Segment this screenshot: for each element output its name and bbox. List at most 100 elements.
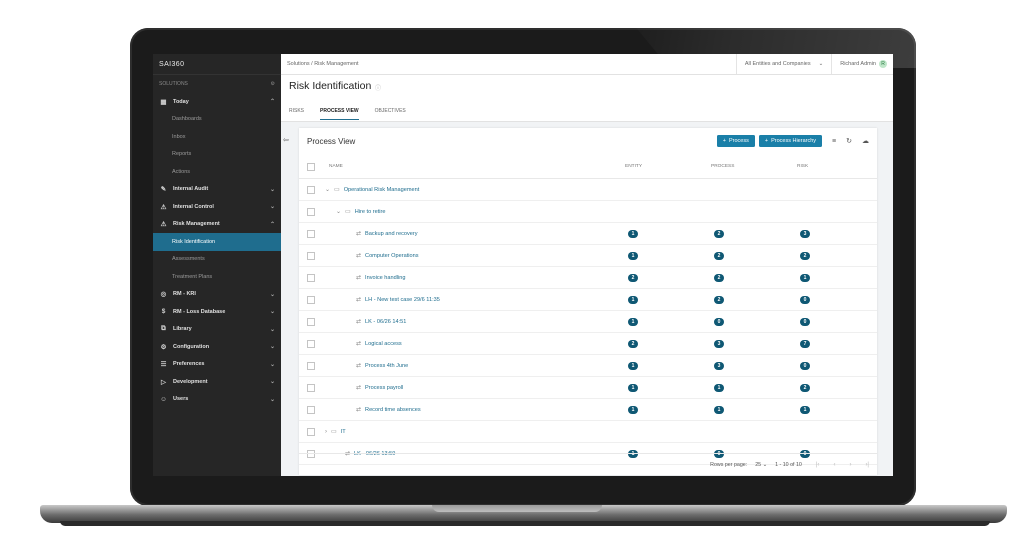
row-checkbox[interactable] <box>307 317 315 326</box>
table-row[interactable]: ⇄ Record time absences 1 1 1 <box>299 399 877 421</box>
row-name[interactable]: Process payroll <box>365 385 403 391</box>
row-name[interactable]: Record time absences <box>365 407 421 413</box>
tab-objectives[interactable]: OBJECTIVES <box>375 108 406 120</box>
row-checkbox[interactable] <box>307 383 315 392</box>
row-checkbox[interactable] <box>307 295 315 304</box>
row-name[interactable]: LK - 06/26 14:51 <box>365 319 406 325</box>
collapse-panel-icon[interactable]: ⇦ <box>283 136 289 144</box>
entity-count-badge[interactable]: 1 <box>628 295 638 304</box>
entity-count-badge[interactable]: 1 <box>628 251 638 260</box>
rows-per-page-select[interactable]: 25 ⌄ <box>755 462 767 468</box>
risk-count-badge[interactable]: 0 <box>800 361 810 370</box>
folder-row[interactable]: ⌄ ▭ Operational Risk Management <box>299 179 877 201</box>
app-logo[interactable]: SAI360 <box>153 54 281 75</box>
sidebar-subitem[interactable]: Dashboards <box>153 111 281 129</box>
process-count-badge[interactable]: 3 <box>714 339 724 348</box>
process-count-badge[interactable]: 1 <box>714 405 724 414</box>
sidebar-subitem[interactable]: Treatment Plans <box>153 268 281 286</box>
sidebar-item-2[interactable]: ⚠ Internal Control ⌄ <box>153 198 281 216</box>
row-name[interactable]: LH - New test case 29/6 11:35 <box>365 297 440 303</box>
process-count-badge[interactable]: 1 <box>714 383 724 392</box>
row-name[interactable]: Invoice handling <box>365 275 405 281</box>
risk-count-badge[interactable]: 0 <box>800 317 810 326</box>
column-name[interactable]: NAME <box>329 164 343 169</box>
folder-row[interactable]: › ▭ IT <box>299 421 877 443</box>
sidebar-item-7[interactable]: ⚙ Configuration ⌄ <box>153 338 281 356</box>
table-row[interactable]: ⇄ Process payroll 1 1 2 <box>299 377 877 399</box>
refresh-icon[interactable]: ↻ <box>846 137 852 145</box>
folder-row[interactable]: ⌄ ▭ Hire to retire <box>299 201 877 223</box>
entity-select[interactable]: All Entities and Companies ⌄ <box>735 54 833 74</box>
cloud-icon[interactable]: ☁ <box>862 137 869 145</box>
sidebar-subitem[interactable]: Reports <box>153 146 281 164</box>
sidebar-item-8[interactable]: ☰ Preferences ⌄ <box>153 356 281 374</box>
process-count-badge[interactable]: 2 <box>714 229 724 238</box>
entity-count-badge[interactable]: 1 <box>628 405 638 414</box>
prev-page-icon[interactable]: ‹ <box>833 462 835 468</box>
row-checkbox[interactable] <box>307 361 315 370</box>
sidebar-item-4[interactable]: ◎ RM - KRI ⌄ <box>153 286 281 304</box>
risk-count-badge[interactable]: 1 <box>800 273 810 282</box>
row-name[interactable]: Hire to retire <box>355 209 386 215</box>
risk-count-badge[interactable]: 1 <box>800 405 810 414</box>
row-checkbox[interactable] <box>307 207 315 216</box>
user-menu[interactable]: Richard Admin R <box>832 60 887 68</box>
risk-count-badge[interactable]: 7 <box>800 339 810 348</box>
row-checkbox[interactable] <box>307 273 315 282</box>
next-page-icon[interactable]: › <box>849 462 851 468</box>
first-page-icon[interactable]: |‹ <box>816 462 820 468</box>
row-checkbox[interactable] <box>307 229 315 238</box>
column-process[interactable]: PROCESS <box>711 164 734 169</box>
chevron-down-icon[interactable]: ⌄ <box>336 208 341 215</box>
entity-count-badge[interactable]: 2 <box>628 339 638 348</box>
row-name[interactable]: Process 4th June <box>365 363 408 369</box>
select-all-checkbox[interactable] <box>307 163 315 171</box>
row-checkbox[interactable] <box>307 405 315 414</box>
table-row[interactable]: ⇄ Process 4th June 1 3 0 <box>299 355 877 377</box>
sidebar-item-3[interactable]: ⚠ Risk Management ⌃ <box>153 216 281 234</box>
add-process-button[interactable]: + Process <box>716 135 755 147</box>
entity-count-badge[interactable]: 2 <box>628 273 638 282</box>
settings-icon[interactable]: ⚙ <box>271 81 275 87</box>
table-row[interactable]: ⇄ Logical access 2 3 7 <box>299 333 877 355</box>
row-name[interactable]: Logical access <box>365 341 402 347</box>
row-checkbox[interactable] <box>307 251 315 260</box>
table-row[interactable]: ⇄ Computer Operations 1 2 2 <box>299 245 877 267</box>
row-name[interactable]: Computer Operations <box>365 253 418 259</box>
process-count-badge[interactable]: 2 <box>714 273 724 282</box>
chevron-down-icon[interactable]: ⌄ <box>325 186 330 193</box>
process-count-badge[interactable]: 0 <box>714 317 724 326</box>
tab-process-view[interactable]: PROCESS VIEW <box>320 108 359 120</box>
entity-count-badge[interactable]: 1 <box>628 229 638 238</box>
chevron-right-icon[interactable]: › <box>325 429 327 435</box>
sidebar-subitem[interactable]: Inbox <box>153 128 281 146</box>
row-name[interactable]: IT <box>341 429 346 435</box>
sidebar-item-1[interactable]: ✎ Internal Audit ⌄ <box>153 181 281 199</box>
process-count-badge[interactable]: 2 <box>714 295 724 304</box>
breadcrumb[interactable]: Solutions / Risk Management <box>287 61 736 67</box>
risk-count-badge[interactable]: 3 <box>800 229 810 238</box>
row-name[interactable]: Backup and recovery <box>365 231 418 237</box>
tab-risks[interactable]: RISKS <box>289 108 304 120</box>
add-process-hierarchy-button[interactable]: + Process Hierarchy <box>758 135 823 147</box>
sidebar-subitem[interactable]: Actions <box>153 163 281 181</box>
column-risk[interactable]: RISK <box>797 164 808 169</box>
entity-count-badge[interactable]: 1 <box>628 361 638 370</box>
sidebar-item-6[interactable]: ⧉ Library ⌄ <box>153 321 281 339</box>
entity-count-badge[interactable]: 1 <box>628 383 638 392</box>
column-entity[interactable]: ENTITY <box>625 164 642 169</box>
filter-icon[interactable]: ≡ <box>832 138 836 145</box>
risk-count-badge[interactable]: 0 <box>800 295 810 304</box>
sidebar-subitem[interactable]: Assessments <box>153 251 281 269</box>
risk-count-badge[interactable]: 2 <box>800 383 810 392</box>
row-checkbox[interactable] <box>307 185 315 194</box>
process-count-badge[interactable]: 3 <box>714 361 724 370</box>
table-row[interactable]: ⇄ Invoice handling 2 2 1 <box>299 267 877 289</box>
sidebar-item-5[interactable]: $ RM - Loss Database ⌄ <box>153 303 281 321</box>
sidebar-subitem[interactable]: Risk Identification <box>153 233 281 251</box>
row-checkbox[interactable] <box>307 339 315 348</box>
row-name[interactable]: Operational Risk Management <box>344 187 420 193</box>
info-icon[interactable]: ⓘ <box>375 83 381 92</box>
table-row[interactable]: ⇄ LK - 06/26 14:51 1 0 0 <box>299 311 877 333</box>
entity-count-badge[interactable]: 1 <box>628 317 638 326</box>
